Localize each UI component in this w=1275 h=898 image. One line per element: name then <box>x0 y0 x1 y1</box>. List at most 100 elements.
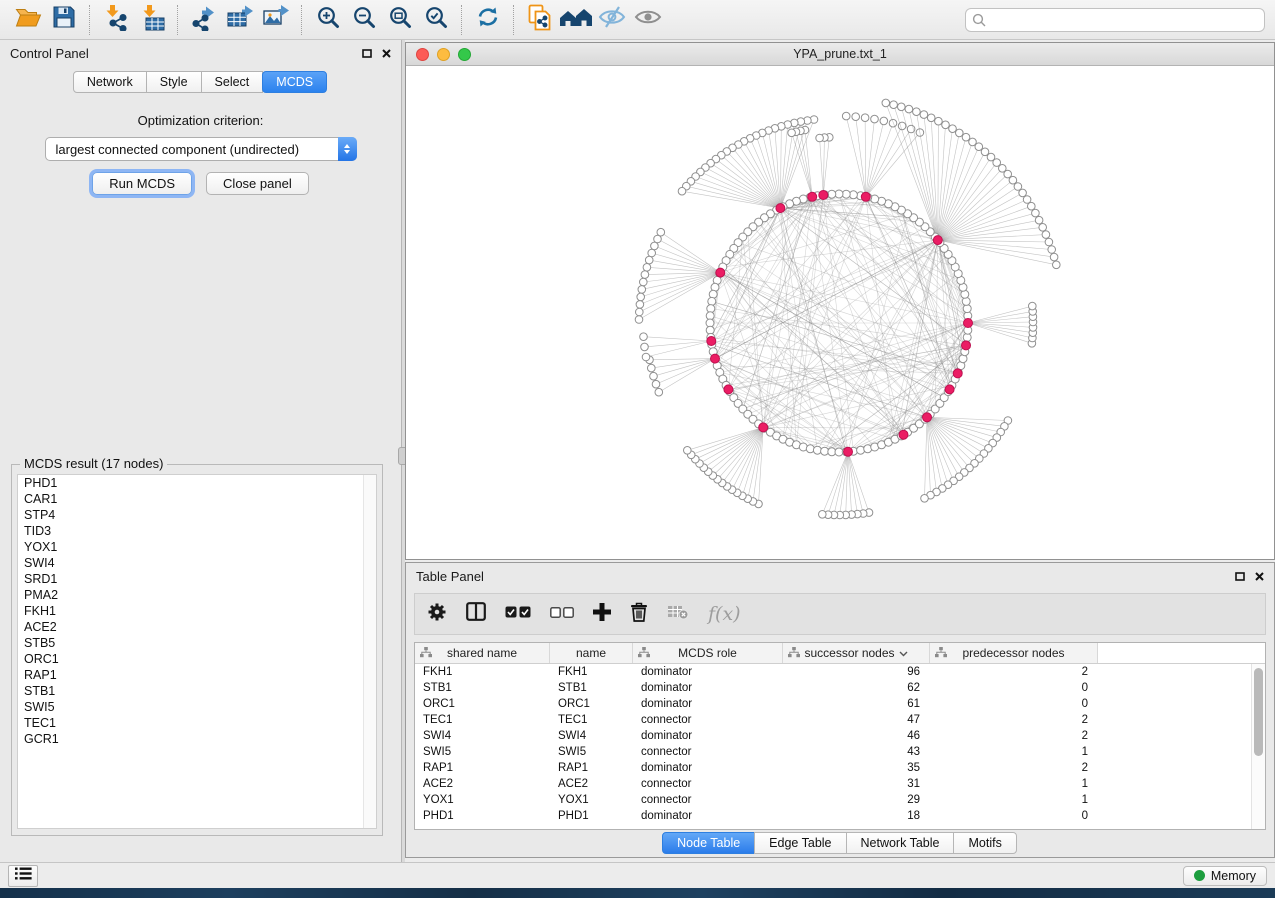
leaf-node[interactable] <box>949 125 957 133</box>
table-cell[interactable]: ACE2 <box>550 778 633 790</box>
mcds-hub-node[interactable] <box>962 341 971 350</box>
search-input[interactable] <box>965 8 1265 32</box>
table-cell[interactable]: TEC1 <box>550 714 633 726</box>
deselect-all-columns-button[interactable] <box>550 605 574 623</box>
mcds-hub-node[interactable] <box>899 430 908 439</box>
leaf-node[interactable] <box>641 271 649 279</box>
select-all-columns-button[interactable] <box>505 605 531 623</box>
delete-column-button[interactable] <box>630 602 648 627</box>
network-node[interactable] <box>709 290 717 298</box>
leaf-node[interactable] <box>1042 231 1050 239</box>
leaf-node[interactable] <box>1053 261 1061 269</box>
close-panel-action-button[interactable]: Close panel <box>206 172 309 195</box>
leaf-node[interactable] <box>1035 216 1043 224</box>
mcds-result-item[interactable]: PHD1 <box>18 475 376 491</box>
create-column-button[interactable] <box>593 603 611 626</box>
leaf-node[interactable] <box>648 364 656 372</box>
table-row[interactable]: RAP1RAP1dominator352 <box>415 760 1265 776</box>
mcds-result-item[interactable]: YOX1 <box>18 539 376 555</box>
table-cell[interactable]: YOX1 <box>415 794 550 806</box>
mcds-hub-node[interactable] <box>861 192 870 201</box>
column-header-successor-nodes[interactable]: successor nodes <box>783 643 930 663</box>
tab-edge-table[interactable]: Edge Table <box>754 832 846 854</box>
table-cell[interactable]: 96 <box>783 666 930 678</box>
table-cell[interactable]: 1 <box>930 778 1098 790</box>
table-row[interactable]: ORC1ORC1dominator610 <box>415 696 1265 712</box>
table-cell[interactable]: 47 <box>783 714 930 726</box>
table-scrollbar[interactable] <box>1251 664 1265 829</box>
mcds-result-item[interactable]: SWI4 <box>18 555 376 571</box>
table-cell[interactable]: dominator <box>633 682 783 694</box>
table-cell[interactable]: dominator <box>633 730 783 742</box>
zoom-fit-button[interactable] <box>382 4 418 36</box>
leaf-node[interactable] <box>638 286 646 294</box>
table-cell[interactable]: connector <box>633 714 783 726</box>
export-image-button[interactable] <box>258 4 294 36</box>
table-cell[interactable]: dominator <box>633 762 783 774</box>
column-header-name[interactable]: name <box>550 643 633 663</box>
table-cell[interactable]: SWI5 <box>415 746 550 758</box>
table-cell[interactable]: PHD1 <box>550 810 633 822</box>
table-cell[interactable]: 61 <box>783 698 930 710</box>
leaf-node[interactable] <box>678 187 686 195</box>
leaf-node[interactable] <box>905 105 913 113</box>
leaf-node[interactable] <box>1023 196 1031 204</box>
network-node[interactable] <box>806 445 814 453</box>
network-node[interactable] <box>857 446 865 454</box>
table-row[interactable]: SWI4SWI4dominator462 <box>415 728 1265 744</box>
leaf-node[interactable] <box>861 114 869 122</box>
mcds-result-item[interactable]: STB1 <box>18 683 376 699</box>
column-header-shared-name[interactable]: shared name <box>415 643 550 663</box>
table-cell[interactable]: TEC1 <box>415 714 550 726</box>
leaf-node[interactable] <box>852 113 860 121</box>
mcds-hub-node[interactable] <box>707 337 716 346</box>
leaf-node[interactable] <box>640 333 648 341</box>
show-all-button[interactable] <box>630 4 666 36</box>
run-mcds-button[interactable]: Run MCDS <box>92 172 192 195</box>
leaf-node[interactable] <box>655 388 663 396</box>
table-cell[interactable]: 1 <box>930 746 1098 758</box>
table-cell[interactable]: dominator <box>633 810 783 822</box>
mcds-result-item[interactable]: SRD1 <box>18 571 376 587</box>
mcds-hub-node[interactable] <box>711 354 720 363</box>
show-columns-button[interactable] <box>466 602 486 626</box>
table-cell[interactable]: connector <box>633 794 783 806</box>
table-cell[interactable]: SWI4 <box>550 730 633 742</box>
table-cell[interactable]: 62 <box>783 682 930 694</box>
table-cell[interactable]: dominator <box>633 698 783 710</box>
tab-node-table[interactable]: Node Table <box>662 832 755 854</box>
leaf-node[interactable] <box>635 316 643 324</box>
mcds-hub-node[interactable] <box>964 319 973 328</box>
table-cell[interactable]: RAP1 <box>415 762 550 774</box>
close-panel-button[interactable] <box>382 46 391 61</box>
mcds-result-item[interactable]: STB5 <box>18 635 376 651</box>
network-window-titlebar[interactable]: YPA_prune.txt_1 <box>406 43 1274 66</box>
mcds-result-item[interactable]: RAP1 <box>18 667 376 683</box>
table-cell[interactable]: 0 <box>930 698 1098 710</box>
close-table-panel-button[interactable] <box>1255 569 1264 584</box>
table-cell[interactable]: dominator <box>633 666 783 678</box>
mcds-hub-node[interactable] <box>776 204 785 213</box>
table-cell[interactable]: 18 <box>783 810 930 822</box>
mcds-result-list[interactable]: PHD1CAR1STP4TID3YOX1SWI4SRD1PMA2FKH1ACE2… <box>17 474 377 829</box>
leaf-node[interactable] <box>889 119 897 127</box>
mcds-result-item[interactable]: FKH1 <box>18 603 376 619</box>
table-row[interactable]: STB1STB1dominator620 <box>415 680 1265 696</box>
table-row[interactable]: SWI5SWI5connector431 <box>415 744 1265 760</box>
table-cell[interactable]: 1 <box>930 794 1098 806</box>
leaf-node[interactable] <box>956 129 964 137</box>
leaf-node[interactable] <box>636 301 644 309</box>
table-cell[interactable]: 29 <box>783 794 930 806</box>
table-cell[interactable]: ACE2 <box>415 778 550 790</box>
mcds-hub-node[interactable] <box>945 385 954 394</box>
leaf-node[interactable] <box>882 99 890 107</box>
mcds-result-item[interactable]: ACE2 <box>18 619 376 635</box>
leaf-node[interactable] <box>652 380 660 388</box>
table-cell[interactable]: STB1 <box>415 682 550 694</box>
leaf-node[interactable] <box>942 121 950 129</box>
table-cell[interactable]: ORC1 <box>550 698 633 710</box>
table-row[interactable]: FKH1FKH1dominator962 <box>415 664 1265 680</box>
tab-network[interactable]: Network <box>73 71 147 93</box>
leaf-node[interactable] <box>1039 224 1047 232</box>
leaf-node[interactable] <box>898 103 906 111</box>
